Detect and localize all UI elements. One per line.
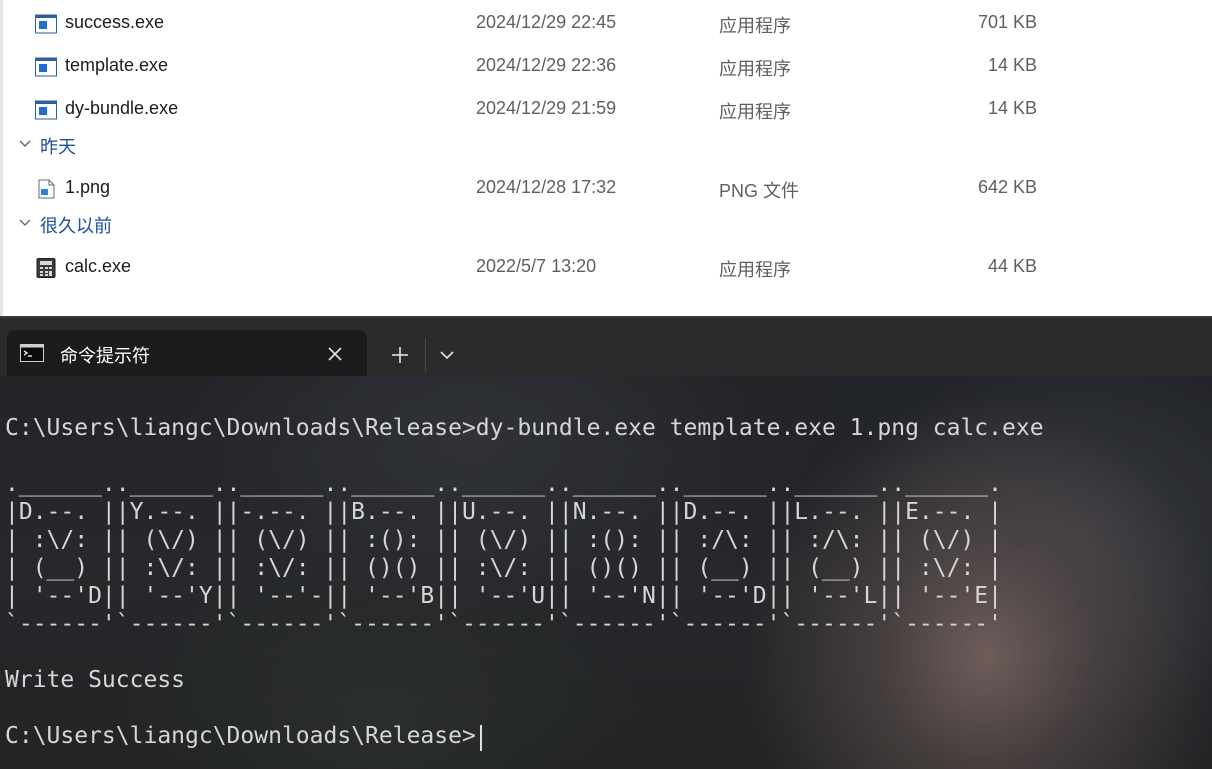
terminal-output-area[interactable]: C:\Users\liangc\Downloads\Release>dy-bun… xyxy=(0,376,1212,769)
file-row[interactable]: calc.exe 2022/5/7 13:20 应用程序 44 KB xyxy=(3,246,1212,286)
file-size: 44 KB xyxy=(987,256,1037,276)
text-cursor xyxy=(480,725,482,751)
file-date-modified: 2024/12/29 22:45 xyxy=(476,12,617,32)
tab-command-prompt[interactable]: 命令提示符 xyxy=(7,330,367,378)
group-header[interactable]: 昨天 xyxy=(3,128,1212,168)
file-name: dy-bundle.exe xyxy=(65,98,179,118)
file-name: template.exe xyxy=(65,55,169,75)
file-type: PNG 文件 xyxy=(719,181,800,201)
file-size: 14 KB xyxy=(987,55,1037,75)
file-size: 701 KB xyxy=(977,12,1037,32)
terminal-window: 命令提示符 C:\Users\liangc\Downloads\Release>… xyxy=(0,316,1212,769)
chevron-down-icon[interactable] xyxy=(18,216,32,230)
tab-title: 命令提示符 xyxy=(60,346,150,366)
terminal-line: .______..______..______..______..______.… xyxy=(5,471,1002,497)
terminal-line: | :\/: || (\/) || (\/) || :(): || (\/) |… xyxy=(5,527,1002,553)
terminal-line: |D.--. ||Y.--. ||-.--. ||B.--. ||U.--. |… xyxy=(5,499,1002,525)
file-row[interactable]: 1.png 2024/12/28 17:32 PNG 文件 642 KB xyxy=(3,167,1212,207)
exe-app-icon xyxy=(35,57,57,77)
exe-app-icon xyxy=(35,14,57,34)
group-label: 昨天 xyxy=(40,137,76,157)
group-header[interactable]: 很久以前 xyxy=(3,207,1212,247)
file-type: 应用程序 xyxy=(719,102,791,122)
calculator-icon xyxy=(36,258,56,278)
tab-bar: 命令提示符 xyxy=(0,316,1212,378)
file-date-modified: 2024/12/28 17:32 xyxy=(476,177,617,197)
file-type: 应用程序 xyxy=(719,16,791,36)
file-explorer-list: success.exe 2024/12/29 22:45 应用程序 701 KB tem… xyxy=(0,0,1212,316)
new-tab-plus-icon[interactable] xyxy=(383,340,417,374)
file-date-modified: 2024/12/29 22:36 xyxy=(476,55,617,75)
terminal-line: Write Success xyxy=(5,667,186,693)
group-label: 很久以前 xyxy=(40,216,112,236)
terminal-text: C:\Users\liangc\Downloads\Release>dy-bun… xyxy=(5,414,1044,750)
file-row[interactable]: success.exe 2024/12/29 22:45 应用程序 701 KB xyxy=(3,2,1212,42)
chevron-down-icon[interactable] xyxy=(18,137,32,151)
terminal-line: | '--'D|| '--'Y|| '--'-|| '--'B|| '--'U|… xyxy=(5,583,1002,609)
close-icon[interactable] xyxy=(325,344,345,364)
file-type: 应用程序 xyxy=(719,260,791,280)
png-image-icon xyxy=(38,179,55,199)
terminal-line: C:\Users\liangc\Downloads\Release>dy-bun… xyxy=(5,415,1044,441)
tab-separator xyxy=(425,338,426,372)
file-size: 14 KB xyxy=(987,98,1037,118)
file-name: calc.exe xyxy=(65,256,132,276)
file-row[interactable]: dy-bundle.exe 2024/12/29 21:59 应用程序 14 KB xyxy=(3,88,1212,128)
chevron-down-icon[interactable] xyxy=(432,340,462,374)
terminal-line: C:\Users\liangc\Downloads\Release> xyxy=(5,723,476,749)
exe-app-icon xyxy=(35,100,57,120)
terminal-line: `------'`------'`------'`------'`------'… xyxy=(5,611,1002,637)
file-size: 642 KB xyxy=(977,177,1037,197)
file-date-modified: 2024/12/29 21:59 xyxy=(476,98,617,118)
file-name: 1.png xyxy=(65,177,111,197)
cmd-icon xyxy=(20,344,44,362)
file-row[interactable]: template.exe 2024/12/29 22:36 应用程序 14 KB xyxy=(3,45,1212,85)
file-date-modified: 2022/5/7 13:20 xyxy=(476,256,597,276)
terminal-line: | (__) || :\/: || :\/: || ()() || :\/: |… xyxy=(5,555,1002,581)
file-type: 应用程序 xyxy=(719,59,791,79)
file-name: success.exe xyxy=(65,12,165,32)
